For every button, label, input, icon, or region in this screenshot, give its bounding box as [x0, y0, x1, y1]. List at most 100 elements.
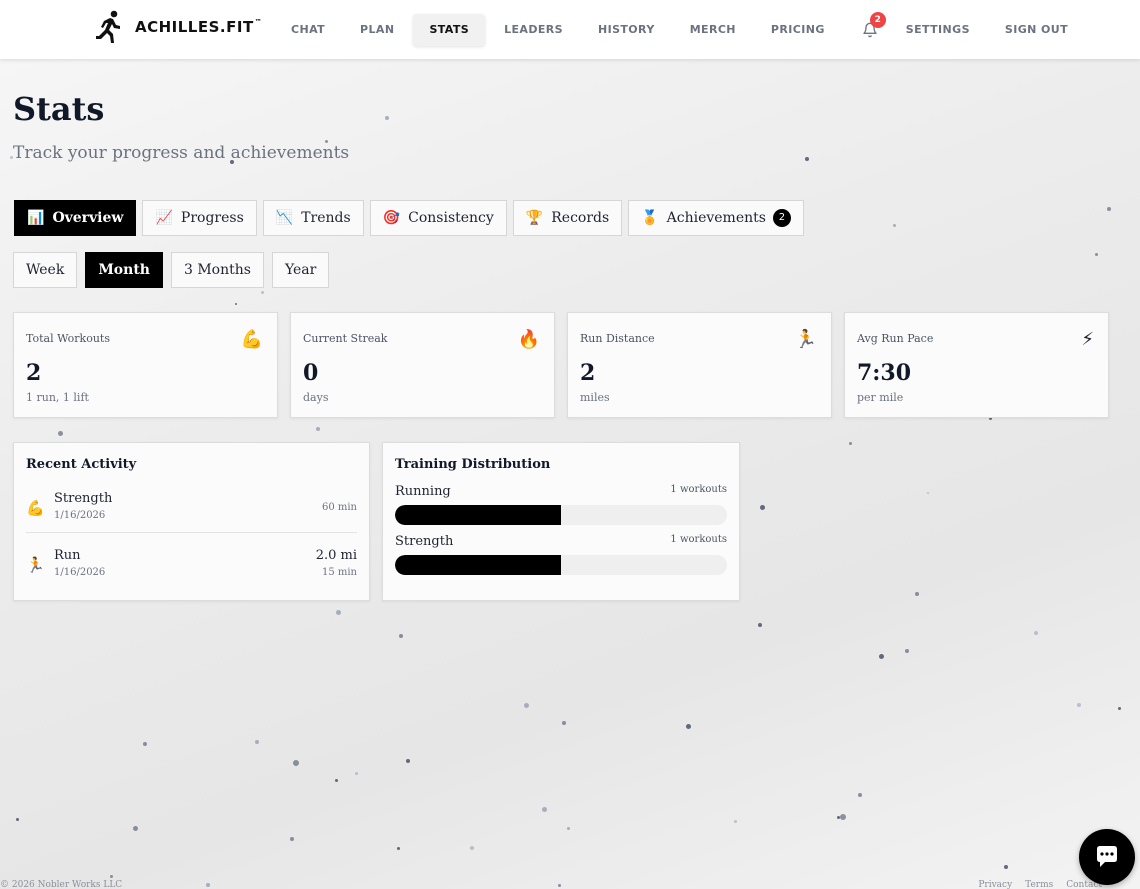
- tab-label: Consistency: [408, 210, 494, 226]
- particle-dot: [1094, 252, 1098, 256]
- brand-name: ACHILLES.FIT™: [135, 18, 263, 36]
- particle-dot: [235, 303, 237, 305]
- distribution-bar-track: [395, 505, 727, 525]
- tab-trends[interactable]: 📉 Trends: [262, 200, 364, 236]
- target-icon: 🎯: [382, 210, 401, 226]
- tab-consistency[interactable]: 🎯 Consistency: [369, 200, 507, 236]
- copyright: © 2026 Nobler Works LLC: [0, 880, 123, 889]
- particle-dot: [334, 778, 338, 782]
- trending-up-icon: 📈: [155, 210, 173, 226]
- distribution-bar-fill: [395, 555, 561, 575]
- particle-dot: [396, 846, 400, 850]
- stat-sub: days: [303, 391, 329, 404]
- activity-duration: 60 min: [321, 502, 357, 513]
- distribution-count: 1 workouts: [670, 484, 727, 495]
- particle-dot: [566, 826, 570, 830]
- nav-settings[interactable]: SETTINGS: [890, 14, 986, 46]
- footer-link-privacy[interactable]: Privacy: [978, 880, 1012, 889]
- tab-records[interactable]: 🏆 Records: [512, 200, 623, 236]
- runner-icon: 🏃: [26, 556, 45, 574]
- nav-leaders[interactable]: LEADERS: [488, 14, 579, 46]
- stat-label: Avg Run Pace: [857, 332, 934, 345]
- flexed-biceps-icon: 💪: [240, 329, 263, 350]
- particle-dot: [57, 430, 63, 436]
- particle-dot: [143, 742, 147, 746]
- tab-overview[interactable]: 📊 Overview: [14, 200, 137, 236]
- stat-label: Run Distance: [580, 332, 655, 345]
- tab-progress[interactable]: 📈 Progress: [142, 200, 257, 236]
- lightning-icon: ⚡: [1081, 329, 1094, 350]
- tab-label: Trends: [301, 210, 351, 226]
- activity-date: 1/16/2026: [54, 567, 106, 578]
- particle-dot: [1077, 703, 1081, 707]
- tab-label: Achievements: [666, 210, 766, 226]
- particle-dot: [685, 723, 691, 729]
- particle-dot: [858, 793, 862, 797]
- top-navbar: ACHILLES.FIT™ CHAT PLAN STATS LEADERS HI…: [0, 0, 1140, 59]
- stat-card-total-workouts: Total Workouts 💪 2 1 run, 1 lift: [13, 312, 278, 418]
- footer-link-terms[interactable]: Terms: [1025, 880, 1053, 889]
- particle-dot: [758, 623, 762, 627]
- nav-chat[interactable]: CHAT: [275, 14, 341, 46]
- activity-distance: 2.0 mi: [315, 548, 357, 563]
- particle-dot: [109, 874, 113, 878]
- nav-plan[interactable]: PLAN: [344, 14, 410, 46]
- particle-dot: [905, 649, 909, 653]
- particle-dot: [1034, 631, 1038, 635]
- nav-stats[interactable]: STATS: [413, 13, 486, 46]
- particle-dot: [840, 814, 846, 820]
- activity-date: 1/16/2026: [54, 510, 106, 521]
- brand-logo[interactable]: ACHILLES.FIT™: [93, 10, 262, 44]
- particle-dot: [255, 740, 259, 744]
- runner-logo-icon: [96, 10, 120, 43]
- particle-dot: [290, 837, 294, 841]
- trophy-icon: 🏆: [525, 210, 544, 226]
- nav-sign-out[interactable]: SIGN OUT: [989, 14, 1084, 46]
- activity-item[interactable]: 🏃 Run 1/16/2026 2.0 mi 15 min: [26, 538, 357, 590]
- medal-icon: 🏅: [641, 210, 659, 226]
- distribution-bar-fill: [395, 505, 561, 525]
- period-3-months[interactable]: 3 Months: [170, 252, 264, 288]
- stat-label: Total Workouts: [26, 332, 110, 345]
- page-subtitle: Track your progress and achievements: [13, 143, 350, 163]
- distribution-label: Strength: [395, 534, 454, 549]
- stat-value: 2: [26, 360, 42, 386]
- nav-pricing[interactable]: PRICING: [755, 14, 841, 46]
- main-nav: CHAT PLAN STATS LEADERS HISTORY MERCH PR…: [275, 0, 1087, 59]
- tab-label: Records: [551, 210, 610, 226]
- particle-dot: [927, 492, 929, 494]
- particle-dot: [1004, 865, 1008, 869]
- panel-title: Recent Activity: [26, 457, 137, 472]
- period-week[interactable]: Week: [13, 252, 78, 288]
- particle-dot: [836, 815, 840, 819]
- particle-dot: [759, 504, 765, 510]
- distribution-count: 1 workouts: [670, 534, 727, 545]
- particle-dot: [1107, 207, 1111, 211]
- activity-item[interactable]: 💪 Strength 1/16/2026 60 min: [26, 481, 357, 533]
- tab-achievements[interactable]: 🏅 Achievements 2: [628, 200, 804, 236]
- particle-dot: [293, 760, 299, 766]
- achievements-count-badge: 2: [772, 209, 791, 227]
- chat-fab-button[interactable]: [1079, 829, 1135, 885]
- particle-dot: [316, 427, 320, 431]
- particle-dot: [354, 771, 358, 775]
- particle-dot: [385, 116, 389, 120]
- distribution-row-running: Running 1 workouts: [395, 484, 727, 525]
- activity-name: Run: [54, 548, 81, 563]
- nav-history[interactable]: HISTORY: [582, 14, 671, 46]
- fire-icon: 🔥: [517, 329, 540, 350]
- trending-down-icon: 📉: [275, 210, 294, 226]
- stat-label: Current Streak: [303, 332, 388, 345]
- period-year[interactable]: Year: [271, 252, 330, 288]
- footer-links: Privacy Terms Contact: [965, 880, 1102, 889]
- flexed-biceps-icon: 💪: [26, 499, 45, 517]
- period-month[interactable]: Month: [85, 252, 163, 288]
- stat-sub: per mile: [857, 391, 904, 404]
- stat-sub: miles: [580, 391, 610, 404]
- nav-merch[interactable]: MERCH: [674, 14, 752, 46]
- particle-dot: [206, 883, 210, 887]
- notifications-button[interactable]: 2: [854, 11, 886, 46]
- particle-dot: [15, 817, 19, 821]
- stat-card-avg-run-pace: Avg Run Pace ⚡ 7:30 per mile: [844, 312, 1109, 418]
- particle-dot: [878, 653, 884, 659]
